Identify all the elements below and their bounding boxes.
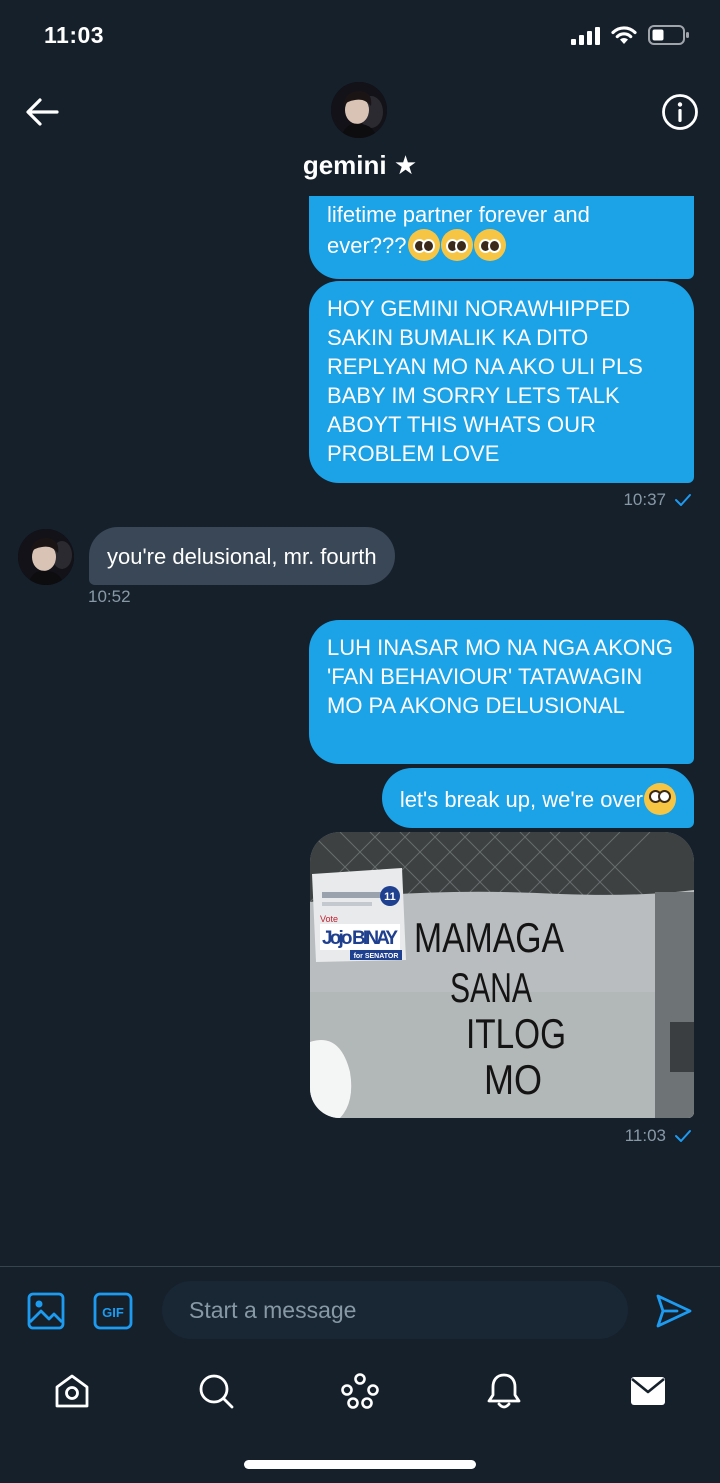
home-indicator[interactable]: [244, 1460, 476, 1469]
pleading-face-emoji: [473, 229, 506, 261]
message-text: LUH INASAR MO NA NGA AKONG 'FAN BEHAVIOU…: [327, 635, 673, 718]
pleading-face-emoji: [440, 229, 473, 261]
message-text: you're delusional, mr. fourth: [107, 544, 377, 569]
add-gif-button[interactable]: GIF: [93, 1291, 133, 1331]
wall-text-line: MO: [484, 1056, 542, 1103]
message-text: HOY GEMINI NORAWHIPPED SAKIN BUMALIK KA …: [327, 296, 643, 466]
conversation-header: gemini ★: [0, 70, 720, 196]
sent-message[interactable]: LUH INASAR MO NA NGA AKONG 'FAN BEHAVIOU…: [309, 620, 694, 764]
communities-icon: [341, 1373, 379, 1409]
search-icon: [199, 1374, 234, 1409]
avatar-image: [18, 529, 74, 585]
add-image-button[interactable]: [26, 1291, 66, 1331]
nav-search[interactable]: [193, 1368, 239, 1414]
wall-text-line: MAMAGA: [414, 914, 564, 961]
battery-icon: [648, 25, 689, 45]
message-text: lifetime partner forever and: [327, 202, 590, 227]
sent-photo[interactable]: 11 Vote Jojo BINAY for SENATOR MAMAGA SA…: [310, 832, 694, 1118]
timestamp-text: 10:52: [88, 587, 131, 606]
avatar-image: [331, 82, 387, 138]
sent-message[interactable]: HOY GEMINI NORAWHIPPED SAKIN BUMALIK KA …: [309, 281, 694, 483]
nav-messages[interactable]: [625, 1368, 671, 1414]
message-timestamp: 11:03: [625, 1126, 692, 1146]
image-icon: [27, 1292, 65, 1330]
nav-communities[interactable]: [337, 1368, 383, 1414]
photo-image: 11 Vote Jojo BINAY for SENATOR MAMAGA SA…: [310, 832, 694, 1118]
info-button[interactable]: [660, 92, 700, 132]
message-input[interactable]: [189, 1296, 628, 1324]
wall-text-line: ITLOG: [466, 1010, 566, 1057]
wifi-icon: [611, 26, 637, 44]
info-icon: [662, 94, 698, 130]
arrow-left-icon: [26, 98, 59, 126]
message-text: let's break up, we're over: [399, 787, 643, 812]
wall-text-line: SANA: [450, 964, 532, 1011]
status-time: 11:03: [44, 22, 105, 48]
back-button[interactable]: [22, 92, 62, 132]
gif-icon: GIF: [93, 1292, 133, 1330]
poster-name: Jojo BINAY: [322, 928, 398, 949]
nav-notifications[interactable]: [481, 1368, 527, 1414]
dm-conversation-screen: 11:03 gemini ★ lifetime partner forever …: [0, 0, 720, 1483]
status-icons: [571, 24, 690, 46]
contact-name[interactable]: gemini ★: [0, 150, 720, 181]
gif-label: GIF: [102, 1305, 124, 1320]
timestamp-text: 10:37: [623, 490, 666, 509]
message-composer: GIF: [0, 1266, 720, 1356]
sent-check-icon: [675, 494, 691, 506]
status-bar: 11:03: [0, 0, 720, 70]
message-text-tail: ever???: [327, 233, 407, 258]
received-message[interactable]: you're delusional, mr. fourth: [89, 527, 395, 585]
sent-check-icon: [675, 1130, 691, 1142]
pleading-face-emoji: [407, 229, 440, 261]
bottom-navigation: [0, 1356, 720, 1426]
nav-home[interactable]: [49, 1368, 95, 1414]
poster-number: 11: [384, 891, 396, 903]
home-icon: [55, 1374, 89, 1408]
cellular-signal-icon: [571, 25, 600, 45]
contact-avatar[interactable]: [331, 82, 387, 138]
sent-message[interactable]: lifetime partner forever and ever???: [309, 196, 694, 279]
eye-roll-emoji: [644, 783, 676, 815]
message-timestamp: 10:52: [88, 587, 131, 607]
message-list[interactable]: lifetime partner forever and ever??? HOY…: [0, 196, 720, 1266]
poster-vote: Vote: [320, 914, 338, 924]
message-text-end: ever???: [327, 229, 676, 261]
sender-avatar[interactable]: [18, 529, 74, 585]
bell-icon: [487, 1373, 521, 1409]
mail-icon: [631, 1377, 665, 1405]
poster-role: for SENATOR: [354, 953, 399, 960]
message-timestamp: 10:37: [623, 490, 692, 510]
message-input-container[interactable]: [162, 1281, 628, 1339]
send-icon: [656, 1294, 692, 1328]
timestamp-text: 11:03: [624, 1126, 666, 1145]
send-button[interactable]: [654, 1291, 694, 1331]
sent-message[interactable]: let's break up, we're over: [381, 768, 694, 828]
